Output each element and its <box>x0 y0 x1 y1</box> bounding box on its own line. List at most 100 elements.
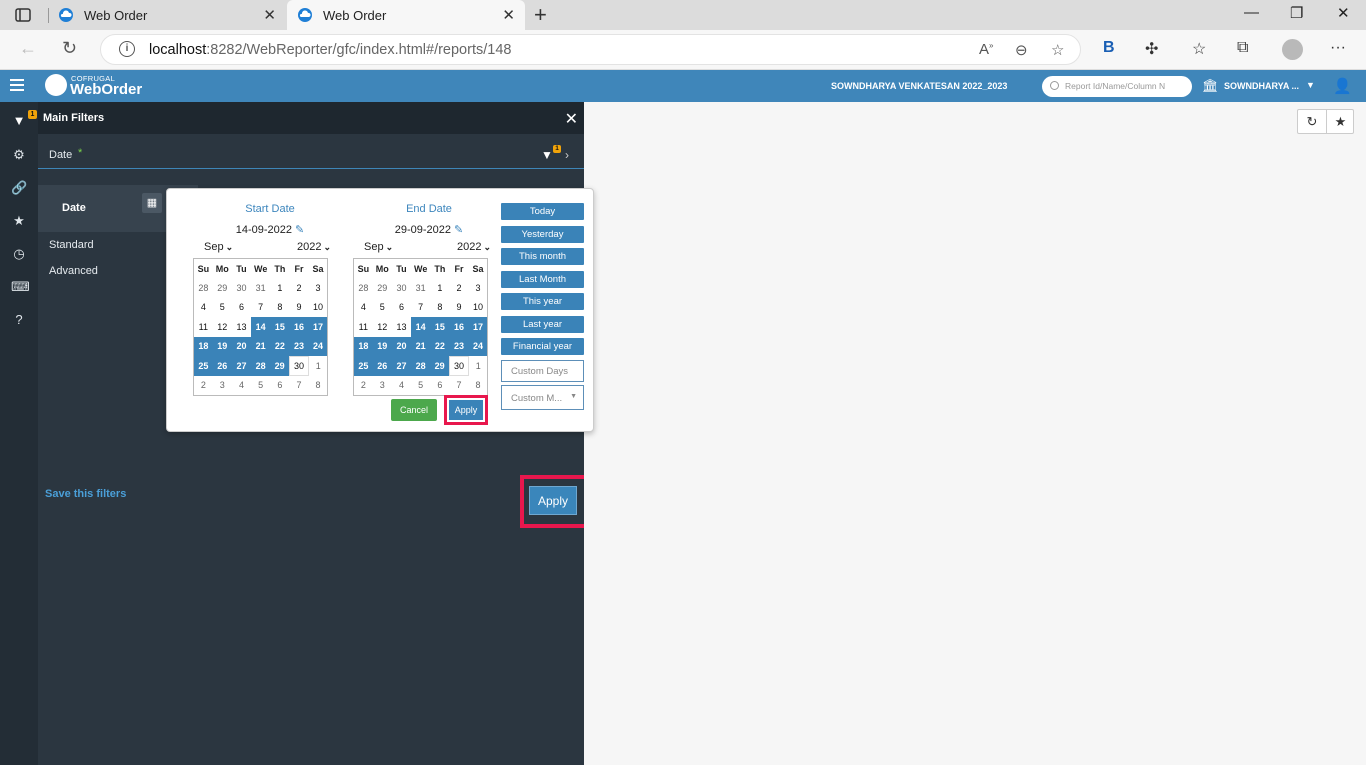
calendar-day[interactable]: 4 <box>391 375 412 395</box>
user-profile-icon[interactable]: 👤 <box>1333 77 1352 95</box>
calendar-icon[interactable]: ▦ <box>142 193 162 213</box>
profile-avatar[interactable] <box>1282 39 1303 60</box>
tab-actions-icon[interactable] <box>14 6 32 24</box>
end-month-select[interactable]: Sep ⌄ <box>364 241 393 253</box>
calendar-day[interactable]: 16 <box>449 317 469 337</box>
option-advanced[interactable]: Advanced <box>49 265 98 277</box>
hamburger-menu-icon[interactable] <box>10 79 24 91</box>
tab-close-icon[interactable]: ✕ <box>502 6 515 24</box>
zoom-out-icon[interactable]: ⊖ <box>1015 41 1028 59</box>
calendar-day[interactable]: 29 <box>430 356 450 376</box>
calendar-day[interactable]: 18 <box>193 336 213 356</box>
calendar-day[interactable]: 6 <box>270 375 290 395</box>
minimize-icon[interactable]: — <box>1244 4 1259 21</box>
option-standard[interactable]: Standard <box>49 239 94 251</box>
calendar-day[interactable]: 15 <box>270 317 290 337</box>
calendar-day[interactable]: 28 <box>353 278 373 298</box>
calendar-day[interactable]: 3 <box>212 375 232 395</box>
calendar-day[interactable]: 5 <box>212 297 232 317</box>
calendar-day[interactable]: 24 <box>308 336 328 356</box>
back-icon[interactable]: ← <box>19 38 37 59</box>
clock-icon[interactable]: ◷ <box>11 246 27 262</box>
calendar-day[interactable]: 31 <box>411 278 431 298</box>
calendar-day[interactable]: 26 <box>212 356 232 376</box>
picker-apply-button[interactable]: Apply <box>449 400 483 420</box>
quick-last-month-button[interactable]: Last Month <box>501 271 584 288</box>
favorites-icon[interactable]: ☆ <box>1192 39 1206 59</box>
quick-last-year-button[interactable]: Last year <box>501 316 584 333</box>
calendar-day[interactable]: 8 <box>430 297 450 317</box>
calendar-day[interactable]: 30 <box>288 355 310 376</box>
start-year-select[interactable]: 2022 ⌄ <box>297 241 331 253</box>
calendar-day[interactable]: 12 <box>372 317 392 337</box>
calendar-day[interactable]: 1 <box>430 278 450 298</box>
favorite-add-icon[interactable]: ☆ <box>1051 41 1064 59</box>
read-aloud-icon[interactable]: A» <box>979 41 993 58</box>
calendar-day[interactable]: 9 <box>289 297 309 317</box>
restore-icon[interactable]: ❐ <box>1290 4 1303 22</box>
calendar-day[interactable]: 16 <box>289 317 309 337</box>
start-month-select[interactable]: Sep ⌄ <box>204 241 233 253</box>
calendar-day[interactable]: 23 <box>289 336 309 356</box>
calendar-day[interactable]: 28 <box>193 278 213 298</box>
calendar-day[interactable]: 7 <box>289 375 309 395</box>
calendar-day[interactable]: 23 <box>449 336 469 356</box>
calendar-day[interactable]: 10 <box>468 297 488 317</box>
calendar-day[interactable]: 29 <box>270 356 290 376</box>
calendar-day[interactable]: 15 <box>430 317 450 337</box>
end-year-select[interactable]: 2022 ⌄ <box>457 241 491 253</box>
calendar-day[interactable]: 25 <box>353 356 373 376</box>
calendar-day[interactable]: 20 <box>391 336 412 356</box>
calendar-day[interactable]: 7 <box>449 375 469 395</box>
calendar-day[interactable]: 11 <box>193 317 213 337</box>
calendar-day[interactable]: 7 <box>251 297 271 317</box>
new-tab-icon[interactable]: + <box>534 2 547 28</box>
calendar-day[interactable]: 17 <box>468 317 488 337</box>
apply-filters-button[interactable]: Apply <box>529 486 577 515</box>
calendar-day[interactable]: 7 <box>411 297 431 317</box>
calendar-day[interactable]: 28 <box>251 356 271 376</box>
calendar-day[interactable]: 1 <box>468 356 488 376</box>
calendar-day[interactable]: 19 <box>372 336 392 356</box>
settings-icon[interactable]: ⚙ <box>11 147 27 163</box>
custom-months-select[interactable]: Custom M... ▼ <box>501 385 584 410</box>
picker-cancel-button[interactable]: Cancel <box>391 399 437 421</box>
calendar-day[interactable]: 25 <box>193 356 213 376</box>
refresh-icon[interactable]: ↻ <box>1298 110 1326 133</box>
help-icon[interactable]: ? <box>11 312 27 328</box>
quick-yesterday-button[interactable]: Yesterday <box>501 226 584 243</box>
calendar-day[interactable]: 18 <box>353 336 373 356</box>
link-icon[interactable]: 🔗 <box>11 180 27 196</box>
calendar-day[interactable]: 14 <box>251 317 271 337</box>
custom-days-input[interactable]: Custom Days <box>501 360 584 382</box>
calendar-day[interactable]: 11 <box>353 317 373 337</box>
calendar-day[interactable]: 28 <box>411 356 431 376</box>
quick-this-month-button[interactable]: This month <box>501 248 584 265</box>
quick-this-year-button[interactable]: This year <box>501 293 584 310</box>
report-search-input[interactable]: Report Id/Name/Column N <box>1042 76 1192 97</box>
calendar-day[interactable]: 5 <box>372 297 392 317</box>
save-filters-link[interactable]: Save this filters <box>45 488 126 500</box>
calendar-day[interactable]: 26 <box>372 356 392 376</box>
calendar-day[interactable]: 29 <box>372 278 392 298</box>
browser-tab-2[interactable]: Web Order ✕ <box>287 0 525 30</box>
extensions-icon[interactable]: ✣ <box>1145 39 1158 59</box>
calendar-day[interactable]: 3 <box>372 375 392 395</box>
calendar-day[interactable]: 10 <box>308 297 328 317</box>
calendar-day[interactable]: 13 <box>391 317 412 337</box>
tab-close-icon[interactable]: ✕ <box>263 6 276 24</box>
browser-tab-1[interactable]: Web Order ✕ <box>48 0 286 30</box>
address-bar[interactable]: i localhost:8282/WebReporter/gfc/index.h… <box>100 34 1081 65</box>
calendar-day[interactable]: 6 <box>430 375 450 395</box>
calendar-day[interactable]: 12 <box>212 317 232 337</box>
calendar-day[interactable]: 21 <box>251 336 271 356</box>
calendar-day[interactable]: 24 <box>468 336 488 356</box>
calendar-day[interactable]: 3 <box>308 278 328 298</box>
calendar-day[interactable]: 27 <box>391 356 412 376</box>
calendar-day[interactable]: 20 <box>231 336 252 356</box>
calendar-day[interactable]: 4 <box>353 297 373 317</box>
calendar-day[interactable]: 30 <box>448 355 470 376</box>
calendar-day[interactable]: 3 <box>468 278 488 298</box>
calendar-day[interactable]: 9 <box>449 297 469 317</box>
calendar-day[interactable]: 13 <box>231 317 252 337</box>
